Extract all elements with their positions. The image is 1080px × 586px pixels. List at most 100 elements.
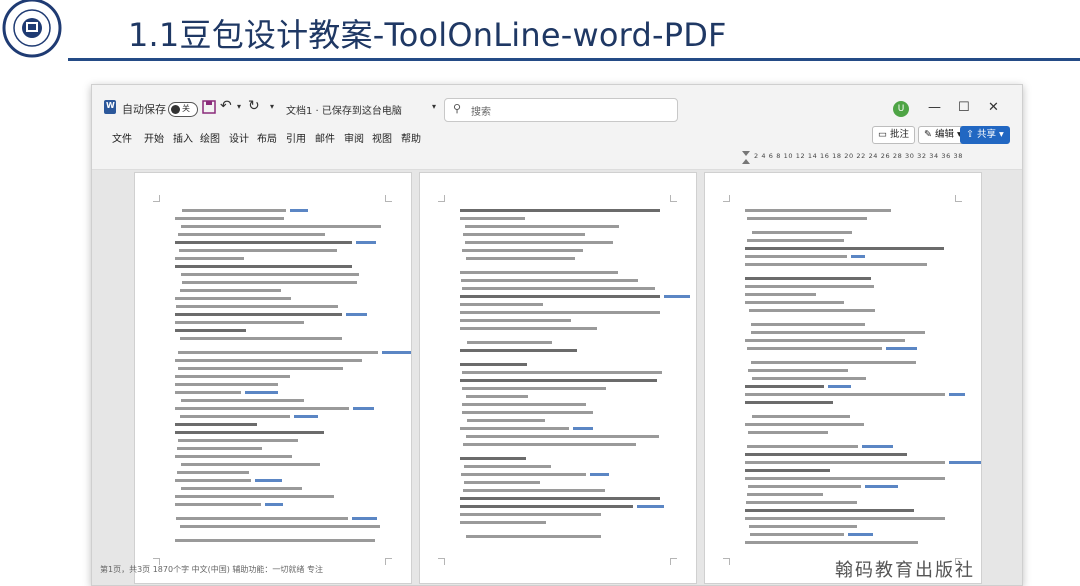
menu-draw[interactable]: 绘图	[200, 130, 220, 145]
document-canvas[interactable]	[92, 170, 1022, 585]
text-line	[460, 505, 633, 508]
hyperlink-line	[352, 517, 377, 520]
document-page-2[interactable]	[419, 172, 697, 584]
text-line	[745, 541, 918, 544]
menu-design[interactable]: 设计	[229, 130, 249, 145]
minimize-icon[interactable]: —	[928, 100, 941, 115]
text-line	[745, 423, 864, 426]
text-line	[175, 479, 251, 482]
text-line	[745, 285, 874, 288]
document-page-1[interactable]	[134, 172, 412, 584]
document-title[interactable]: 文档1 · 已保存到这台电脑	[286, 102, 402, 117]
text-line	[466, 435, 659, 438]
ruler-indent-marker[interactable]	[742, 151, 750, 165]
text-line	[181, 273, 359, 276]
slide-header: 1.1豆包设计教案-ToolOnLine-word-PDF	[0, 0, 1080, 64]
comments-label: 批注	[890, 129, 910, 140]
text-line	[181, 463, 320, 466]
text-line	[747, 347, 882, 350]
text-line	[177, 447, 262, 450]
undo-icon[interactable]: ↶	[220, 98, 232, 114]
hyperlink-line	[848, 533, 873, 536]
redo-icon[interactable]: ↻	[248, 98, 260, 114]
text-line	[745, 209, 891, 212]
search-placeholder: 搜索	[471, 107, 491, 118]
text-line	[748, 369, 848, 372]
hyperlink-line	[862, 445, 893, 448]
text-line	[175, 375, 290, 378]
hyperlink-line	[851, 255, 865, 258]
text-line	[180, 289, 281, 292]
header-rule	[68, 58, 1080, 61]
hyperlink-line	[290, 209, 308, 212]
hyperlink-line	[382, 351, 411, 354]
menu-help[interactable]: 帮助	[401, 130, 421, 145]
text-line	[462, 411, 593, 414]
page-corner-mark	[385, 558, 392, 565]
text-line	[460, 217, 525, 220]
text-line	[747, 493, 823, 496]
text-line	[180, 337, 342, 340]
text-line	[752, 377, 866, 380]
page-corner-mark	[385, 195, 392, 202]
title-dropdown-icon[interactable]: ▾	[432, 102, 436, 111]
menu-layout[interactable]: 布局	[257, 130, 277, 145]
hyperlink-line	[865, 485, 898, 488]
text-line	[181, 225, 381, 228]
avatar[interactable]: U	[893, 101, 909, 117]
text-line	[466, 535, 601, 538]
text-line	[175, 257, 244, 260]
text-line	[462, 387, 606, 390]
text-line	[175, 265, 352, 268]
text-line	[745, 255, 847, 258]
search-box[interactable]: ⚲ 搜索	[444, 98, 678, 122]
text-line	[747, 445, 858, 448]
undo-dropdown-icon[interactable]: ▾	[237, 102, 241, 111]
text-line	[461, 279, 638, 282]
word-window: 自动保存 关 ↶ ▾ ↻ ▾ 文档1 · 已保存到这台电脑 ▾ ⚲ 搜索 U —…	[91, 84, 1023, 586]
text-line	[460, 349, 577, 352]
share-button[interactable]: ⇪ 共享 ▾	[960, 126, 1010, 144]
customize-toolbar-icon[interactable]: ▾	[270, 102, 274, 111]
text-line	[182, 209, 286, 212]
page-corner-mark	[955, 195, 962, 202]
save-icon[interactable]	[202, 100, 216, 114]
menu-file[interactable]: 文件	[112, 130, 132, 145]
hyperlink-line	[828, 385, 851, 388]
text-line	[745, 385, 824, 388]
menu-insert[interactable]: 插入	[173, 130, 193, 145]
menu-mailings[interactable]: 邮件	[315, 130, 335, 145]
menu-home[interactable]: 开始	[144, 130, 164, 145]
text-line	[175, 423, 257, 426]
text-line	[752, 415, 850, 418]
text-line	[460, 379, 657, 382]
autosave-toggle[interactable]: 关	[168, 102, 198, 117]
pencil-icon: ✎	[924, 129, 935, 140]
text-line	[745, 393, 945, 396]
share-label: 共享	[976, 129, 996, 140]
text-line	[460, 209, 660, 212]
maximize-icon[interactable]: ☐	[958, 100, 970, 115]
text-line	[465, 241, 613, 244]
text-line	[175, 391, 241, 394]
menu-review[interactable]: 审阅	[344, 130, 364, 145]
comments-button[interactable]: ▭ 批注	[872, 126, 916, 144]
text-line	[745, 301, 844, 304]
text-line	[175, 321, 304, 324]
hyperlink-line	[265, 503, 283, 506]
text-line	[463, 489, 605, 492]
menu-references[interactable]: 引用	[286, 130, 306, 145]
text-line	[750, 533, 844, 536]
text-line	[462, 371, 662, 374]
text-line	[746, 501, 857, 504]
close-icon[interactable]: ✕	[988, 100, 999, 115]
menu-view[interactable]: 视图	[372, 130, 392, 145]
text-line	[466, 257, 575, 260]
horizontal-ruler[interactable]: 2 4 6 8 10 12 14 16 18 20 22 24 26 28 30…	[92, 149, 1022, 170]
text-line	[175, 539, 375, 542]
hyperlink-line	[245, 391, 278, 394]
document-page-3[interactable]	[704, 172, 982, 584]
text-line	[745, 401, 833, 404]
text-line	[466, 395, 528, 398]
text-line	[462, 249, 583, 252]
